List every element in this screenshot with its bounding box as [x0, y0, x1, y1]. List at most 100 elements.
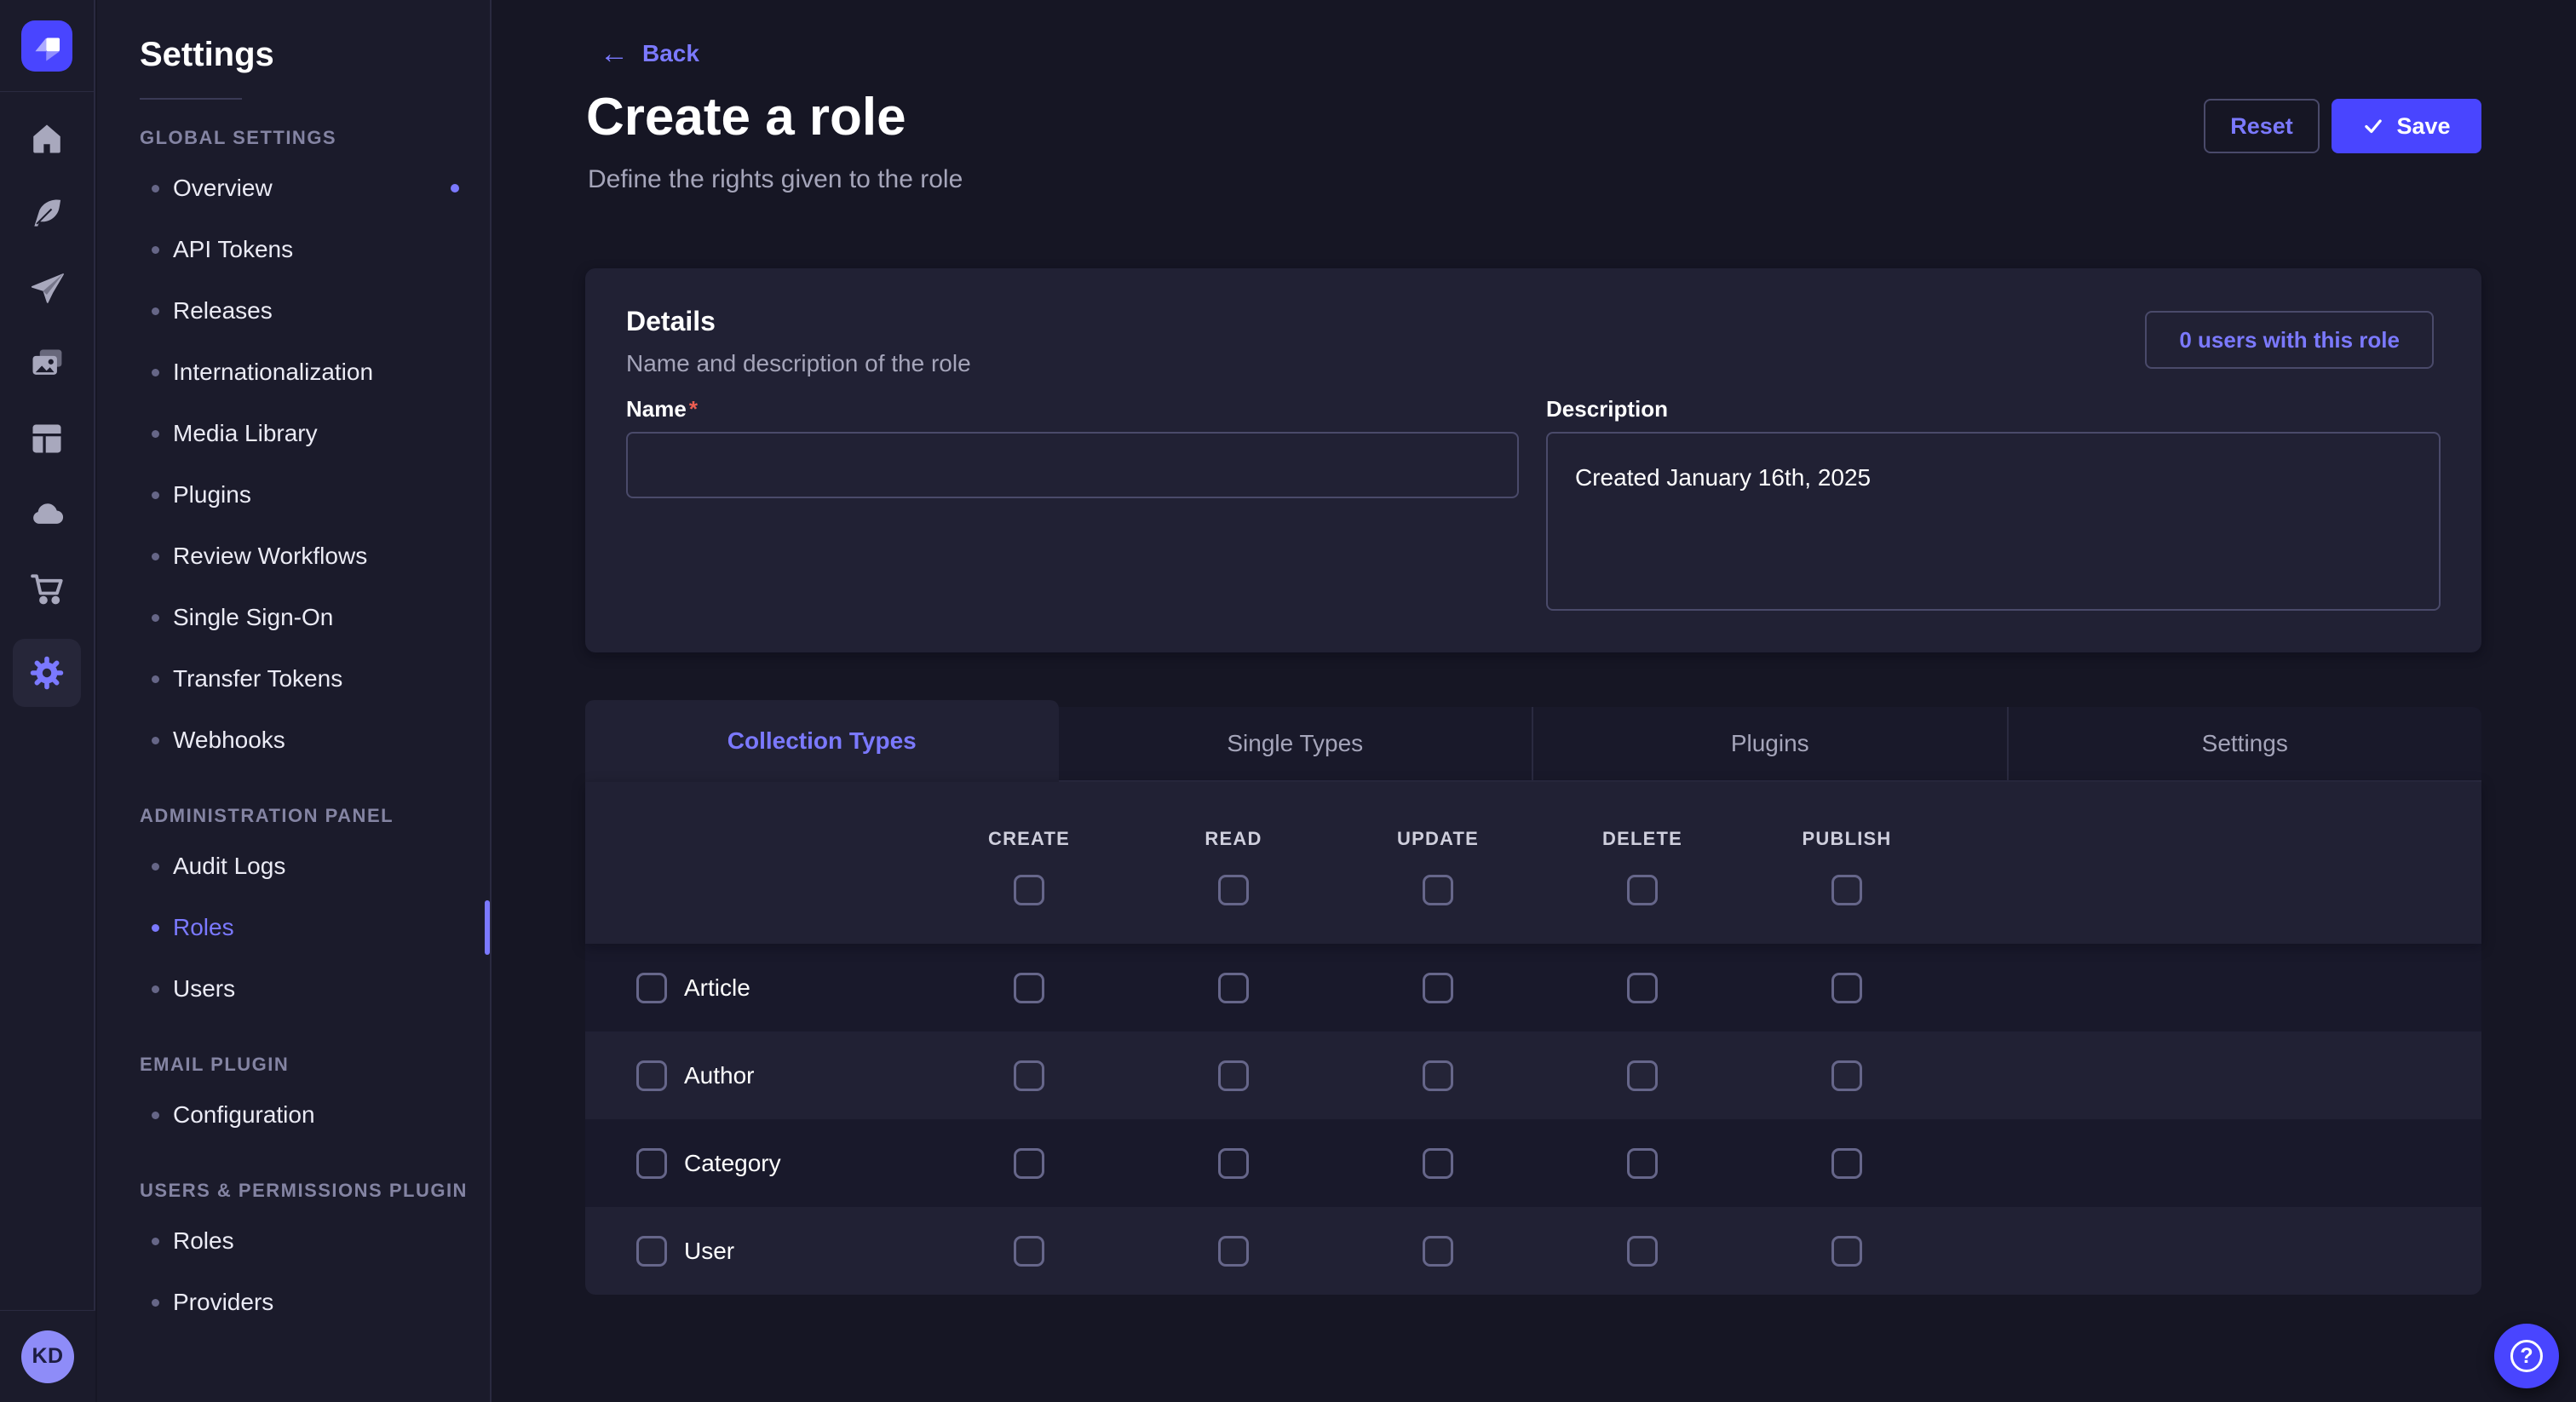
- users-with-role-button[interactable]: 0 users with this role: [2145, 311, 2434, 369]
- permissions-panel: Collection TypesSingle TypesPluginsSetti…: [585, 700, 2481, 1295]
- tab-collection-types[interactable]: Collection Types: [585, 700, 1059, 782]
- sidebar-item-api-tokens[interactable]: API Tokens: [97, 219, 490, 280]
- article-create-checkbox[interactable]: [1014, 973, 1044, 1003]
- save-button[interactable]: Save: [2332, 99, 2481, 153]
- role-description-textarea[interactable]: Created January 16th, 2025: [1546, 432, 2441, 611]
- sidebar-item-releases[interactable]: Releases: [97, 280, 490, 342]
- select-all-update-checkbox[interactable]: [1423, 875, 1453, 905]
- user-read-checkbox[interactable]: [1218, 1236, 1249, 1267]
- role-name-input[interactable]: [626, 432, 1519, 498]
- reset-button[interactable]: Reset: [2204, 99, 2320, 153]
- user-create-checkbox[interactable]: [1014, 1236, 1044, 1267]
- sidebar-item-roles[interactable]: Roles: [97, 1210, 490, 1272]
- page-title: Create a role: [586, 87, 906, 147]
- checkbox-cell: [1336, 1119, 1540, 1207]
- sidebar-item-providers[interactable]: Providers: [97, 1272, 490, 1333]
- select-all-publish-checkbox[interactable]: [1831, 875, 1862, 905]
- sidebar-item-webhooks[interactable]: Webhooks: [97, 710, 490, 771]
- back-arrow-icon: ←: [600, 39, 629, 68]
- row-select-checkbox[interactable]: [636, 1236, 667, 1267]
- settings-gear-icon[interactable]: [13, 639, 81, 707]
- sidebar-item-single-sign-on[interactable]: Single Sign-On: [97, 587, 490, 648]
- checkbox-cell: [1540, 944, 1745, 1031]
- checkbox-cell: [1336, 1031, 1540, 1119]
- paper-plane-icon[interactable]: [22, 264, 72, 313]
- sidebar-item-label: Media Library: [173, 420, 318, 447]
- user-update-checkbox[interactable]: [1423, 1236, 1453, 1267]
- checkbox-cell: [1336, 1207, 1540, 1295]
- column-header-create: CREATE: [927, 828, 1131, 850]
- back-link[interactable]: ← Back: [600, 39, 699, 68]
- sidebar-sections: GLOBAL SETTINGSOverviewAPI TokensRelease…: [97, 127, 490, 1333]
- checkbox-cell: [927, 1207, 1131, 1295]
- sidebar-item-media-library[interactable]: Media Library: [97, 403, 490, 464]
- category-create-checkbox[interactable]: [1014, 1148, 1044, 1179]
- sidebar-item-label: Review Workflows: [173, 543, 367, 570]
- layout-icon[interactable]: [22, 414, 72, 463]
- article-publish-checkbox[interactable]: [1831, 973, 1862, 1003]
- sidebar-item-roles[interactable]: Roles: [97, 897, 490, 958]
- checkbox-cell: [1336, 944, 1540, 1031]
- category-publish-checkbox[interactable]: [1831, 1148, 1862, 1179]
- column-header-delete: DELETE: [1540, 828, 1745, 850]
- cloud-icon[interactable]: [22, 489, 72, 538]
- row-select-checkbox[interactable]: [636, 973, 667, 1003]
- author-create-checkbox[interactable]: [1014, 1060, 1044, 1091]
- checkbox-cell: [927, 860, 1131, 920]
- author-publish-checkbox[interactable]: [1831, 1060, 1862, 1091]
- strapi-settings-screen: KD Settings GLOBAL SETTINGSOverviewAPI T…: [0, 0, 2576, 1402]
- row-select-checkbox[interactable]: [636, 1060, 667, 1091]
- checkbox-cell: [1131, 860, 1336, 920]
- category-read-checkbox[interactable]: [1218, 1148, 1249, 1179]
- category-update-checkbox[interactable]: [1423, 1148, 1453, 1179]
- help-button[interactable]: ?: [2494, 1324, 2559, 1388]
- tab-single-types[interactable]: Single Types: [1059, 707, 1532, 782]
- avatar[interactable]: KD: [21, 1330, 74, 1383]
- sidebar-item-label: Roles: [173, 1227, 234, 1255]
- sidebar-item-internationalization[interactable]: Internationalization: [97, 342, 490, 403]
- author-update-checkbox[interactable]: [1423, 1060, 1453, 1091]
- column-header-update: UPDATE: [1336, 828, 1540, 850]
- sidebar-section-header: USERS & PERMISSIONS PLUGIN: [140, 1180, 490, 1202]
- feather-icon[interactable]: [22, 189, 72, 238]
- checkbox-cell: [1540, 860, 1745, 920]
- select-all-delete-checkbox[interactable]: [1627, 875, 1658, 905]
- article-delete-checkbox[interactable]: [1627, 973, 1658, 1003]
- article-update-checkbox[interactable]: [1423, 973, 1453, 1003]
- row-label: Article: [684, 974, 927, 1002]
- media-library-icon[interactable]: [22, 339, 72, 388]
- author-delete-checkbox[interactable]: [1627, 1060, 1658, 1091]
- sidebar-item-label: Audit Logs: [173, 853, 285, 880]
- category-delete-checkbox[interactable]: [1627, 1148, 1658, 1179]
- strapi-logo[interactable]: [21, 20, 72, 72]
- author-read-checkbox[interactable]: [1218, 1060, 1249, 1091]
- sidebar-item-review-workflows[interactable]: Review Workflows: [97, 526, 490, 587]
- tab-plugins[interactable]: Plugins: [1532, 707, 2007, 782]
- notification-dot: [451, 184, 459, 192]
- column-select-all-row: [927, 860, 1949, 920]
- home-icon[interactable]: [22, 114, 72, 164]
- sidebar-item-users[interactable]: Users: [97, 958, 490, 1020]
- details-card: Details Name and description of the role…: [585, 268, 2481, 652]
- rail-icon-list: [13, 114, 81, 707]
- row-label: Author: [684, 1062, 927, 1089]
- checkbox-cell: [927, 944, 1131, 1031]
- column-header-read: READ: [1131, 828, 1336, 850]
- cart-icon[interactable]: [22, 564, 72, 613]
- checkbox-cell: [1131, 1031, 1336, 1119]
- sidebar-item-transfer-tokens[interactable]: Transfer Tokens: [97, 648, 490, 710]
- select-all-read-checkbox[interactable]: [1218, 875, 1249, 905]
- sidebar-item-overview[interactable]: Overview: [97, 158, 490, 219]
- row-select-checkbox[interactable]: [636, 1148, 667, 1179]
- description-label: Description: [1546, 396, 1668, 422]
- sidebar-item-plugins[interactable]: Plugins: [97, 464, 490, 526]
- permission-row-author: Author: [585, 1031, 2481, 1119]
- user-delete-checkbox[interactable]: [1627, 1236, 1658, 1267]
- sidebar-item-configuration[interactable]: Configuration: [97, 1084, 490, 1146]
- sidebar-item-label: Roles: [173, 914, 234, 941]
- article-read-checkbox[interactable]: [1218, 973, 1249, 1003]
- sidebar-item-audit-logs[interactable]: Audit Logs: [97, 836, 490, 897]
- user-publish-checkbox[interactable]: [1831, 1236, 1862, 1267]
- tab-settings[interactable]: Settings: [2007, 707, 2482, 782]
- select-all-create-checkbox[interactable]: [1014, 875, 1044, 905]
